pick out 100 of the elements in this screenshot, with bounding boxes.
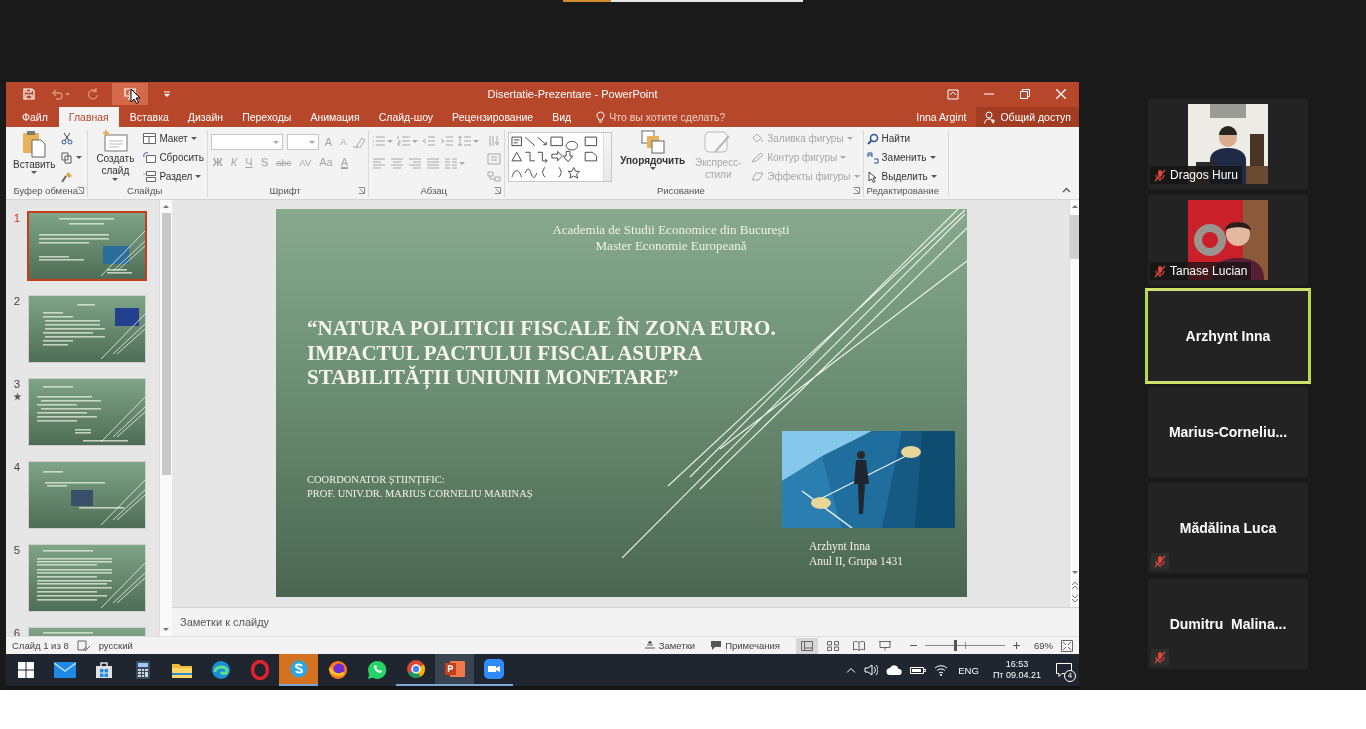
participant-tile[interactable]: Tanase Lucian bbox=[1148, 195, 1308, 285]
effects-icon bbox=[751, 171, 765, 182]
shopping-bag-icon bbox=[94, 661, 113, 679]
caret-icon bbox=[31, 171, 38, 174]
layout-icon bbox=[143, 133, 157, 144]
paintbrush-icon bbox=[61, 170, 74, 183]
slide-counter: Слайд 1 из 8 bbox=[12, 640, 69, 651]
save-icon bbox=[23, 88, 35, 100]
next-slide-icon[interactable] bbox=[1070, 593, 1079, 603]
clipboard-icon bbox=[22, 130, 47, 158]
view-button[interactable] bbox=[796, 637, 818, 654]
user-name[interactable]: Inna Argint bbox=[916, 107, 967, 127]
participant-name: Mădălina Luca bbox=[1179, 520, 1277, 536]
group-label: Рисование bbox=[656, 185, 705, 197]
zoom-level[interactable]: 69% bbox=[1034, 640, 1053, 651]
scrollbar[interactable] bbox=[159, 200, 172, 636]
slide-number: 5 bbox=[13, 544, 21, 556]
scroll-down-icon[interactable] bbox=[1071, 571, 1078, 574]
previous-slide-icon[interactable] bbox=[1070, 581, 1079, 591]
arrange-button[interactable]: Упорядочить bbox=[620, 130, 686, 170]
language-indicator[interactable]: русский bbox=[98, 640, 133, 651]
scrollbar[interactable] bbox=[1069, 200, 1079, 607]
tell-me-field[interactable]: Что вы хотите сделать? bbox=[596, 107, 740, 127]
dropdown-icon bbox=[272, 141, 279, 144]
ribbon-tab[interactable]: Рецензирование bbox=[444, 107, 542, 127]
ribbon-tab[interactable]: Переходы bbox=[234, 107, 300, 127]
speaker-icon[interactable] bbox=[864, 664, 879, 676]
collapse-ribbon-icon[interactable] bbox=[1062, 187, 1071, 193]
arrange-icon bbox=[640, 130, 665, 154]
cloud-icon[interactable] bbox=[886, 665, 903, 675]
ribbon-tab[interactable]: Анимация bbox=[302, 107, 368, 127]
caret-icon bbox=[929, 156, 936, 159]
normal-view-icon bbox=[801, 640, 813, 651]
presentation-icon bbox=[444, 660, 465, 678]
find-button[interactable]: Найти bbox=[866, 130, 937, 147]
slide-coordinator: COORDONATOR ȘTIINȚIFIC: PROF. UNIV.DR. MARIUS CORNELIU MARINAȘ bbox=[307, 473, 533, 500]
input-language[interactable]: ENG bbox=[958, 664, 979, 676]
slide-thumbnail[interactable] bbox=[27, 211, 147, 281]
dialog-launcher-icon[interactable] bbox=[852, 187, 860, 194]
participant-tile[interactable]: Marius-Corneliu... bbox=[1148, 387, 1308, 477]
reset-button[interactable]: Сбросить bbox=[143, 149, 204, 166]
scroll-down-icon[interactable] bbox=[163, 628, 169, 631]
fit-to-window-icon[interactable] bbox=[1061, 639, 1073, 652]
cursor-icon bbox=[130, 88, 141, 104]
participant-name: Dumitru Malina... bbox=[1169, 616, 1287, 632]
ribbon-tab[interactable]: Слайд-шоу bbox=[370, 107, 442, 127]
caret-icon bbox=[387, 139, 394, 143]
select-button[interactable]: Выделить bbox=[866, 168, 937, 185]
replace-button[interactable]: Заменить bbox=[866, 149, 937, 166]
caret-icon bbox=[459, 161, 466, 165]
notes-button[interactable]: Заметки bbox=[644, 640, 696, 651]
zoom-out-icon[interactable] bbox=[910, 642, 917, 649]
reset-icon bbox=[143, 152, 157, 163]
notes-field[interactable]: Заметки к слайду bbox=[172, 607, 1079, 636]
notification-button[interactable]: 4 bbox=[1049, 654, 1079, 686]
layout-button[interactable]: Макет bbox=[143, 130, 204, 147]
shapes-gallery[interactable] bbox=[508, 132, 613, 182]
section-button[interactable]: Раздел bbox=[143, 168, 204, 185]
share-button[interactable]: Общий доступ bbox=[976, 107, 1079, 127]
zoom-in-icon[interactable] bbox=[1013, 642, 1020, 649]
ribbon-tab[interactable]: Вид bbox=[544, 107, 580, 127]
paint-bucket-icon bbox=[751, 133, 765, 144]
group-label: Слайды bbox=[126, 185, 163, 197]
participant-tile[interactable]: Dumitru Malina... bbox=[1148, 579, 1308, 669]
zoom-slider-thumb[interactable] bbox=[953, 640, 957, 651]
ribbon-tab[interactable]: Главная bbox=[58, 107, 119, 127]
group-label: Шрифт bbox=[269, 185, 301, 197]
close-icon bbox=[1056, 89, 1066, 99]
caret-icon bbox=[473, 139, 480, 143]
search-icon bbox=[866, 132, 879, 145]
scroll-thumb[interactable] bbox=[161, 213, 171, 475]
slide-title: “NATURA POLITICII FISCALE ÎN ZONA EURO. IMPACTUL PACTULUI FISCAL ASUPRA STABILITĂȚII UNIUNII MONETARE” bbox=[307, 316, 776, 390]
lightbulb-icon bbox=[596, 110, 606, 124]
clock[interactable]: 16:53 Пт 09.04.21 bbox=[992, 659, 1041, 681]
scroll-up-icon[interactable] bbox=[163, 205, 169, 208]
participant-tile[interactable]: Dragos Huru bbox=[1148, 99, 1308, 189]
battery-icon[interactable] bbox=[910, 665, 927, 675]
swirl-icon bbox=[210, 660, 231, 680]
ribbon-tab[interactable]: Файл bbox=[14, 107, 56, 127]
ribbon-tab[interactable]: Дизайн bbox=[179, 107, 232, 127]
participant-tile[interactable]: Mădălina Luca bbox=[1148, 483, 1308, 573]
chevron-up-icon[interactable] bbox=[846, 667, 857, 673]
wifi-icon[interactable] bbox=[934, 664, 949, 676]
message-icon bbox=[1056, 663, 1072, 677]
caret-icon bbox=[930, 175, 937, 178]
scroll-thumb[interactable] bbox=[1070, 215, 1079, 259]
mail-icon bbox=[53, 662, 76, 678]
ribbon-tab[interactable]: Вставка bbox=[121, 107, 177, 127]
participant-tile[interactable]: Arzhynt Inna bbox=[1145, 288, 1311, 384]
new-slide-button[interactable]: Создать слайд bbox=[91, 130, 140, 181]
paste-button[interactable]: Вставить bbox=[13, 130, 56, 174]
book-icon bbox=[853, 640, 865, 651]
phone-bubble-icon bbox=[366, 660, 387, 680]
spelling-icon[interactable] bbox=[76, 639, 91, 652]
caret-icon bbox=[112, 178, 119, 181]
dialog-launcher-icon[interactable] bbox=[77, 187, 85, 194]
scroll-up-icon[interactable] bbox=[1071, 205, 1078, 208]
caret-icon bbox=[190, 137, 197, 140]
ring-icon bbox=[250, 660, 269, 680]
comments-button[interactable]: Примечания bbox=[711, 640, 780, 651]
